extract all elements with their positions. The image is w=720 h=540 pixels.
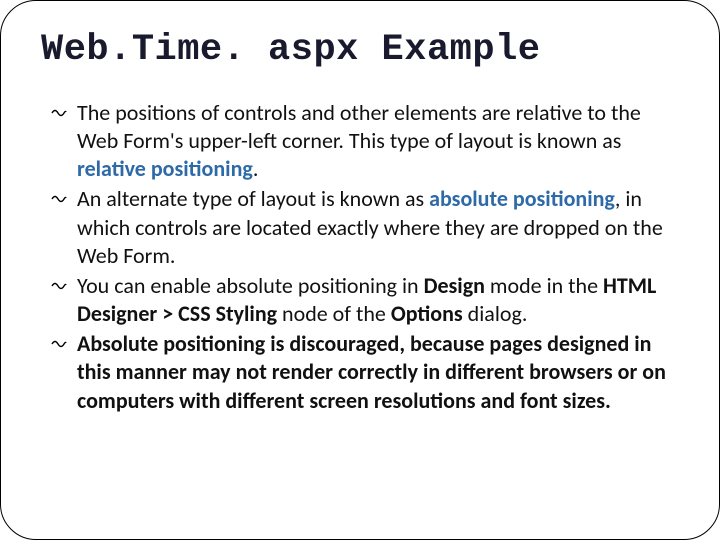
text-run: node of the	[277, 300, 391, 327]
bullet-list: The positions of controls and other elem…	[41, 99, 679, 415]
text-run: .	[253, 155, 259, 182]
term-relative-positioning: relative positioning	[77, 155, 253, 182]
text-bold: Absolute positioning is discouraged, bec…	[77, 330, 666, 413]
text-bold: Options	[391, 300, 463, 327]
text-bold: Design	[424, 272, 485, 299]
slide-frame: Web.Time. aspx Example The positions of …	[0, 0, 720, 540]
text-run: An alternate type of layout is known as	[77, 185, 429, 212]
slide-title: Web.Time. aspx Example	[41, 29, 679, 71]
list-item: You can enable absolute positioning in D…	[51, 272, 679, 328]
text-run: You can enable absolute positioning in	[77, 272, 424, 299]
text-run: The positions of controls and other elem…	[77, 99, 641, 154]
text-run: mode in the	[485, 272, 603, 299]
term-absolute-positioning: absolute positioning	[429, 185, 615, 212]
list-item: The positions of controls and other elem…	[51, 99, 679, 183]
list-item: An alternate type of layout is known as …	[51, 185, 679, 269]
list-item: Absolute positioning is discouraged, bec…	[51, 330, 679, 414]
text-run: dialog.	[463, 300, 528, 327]
